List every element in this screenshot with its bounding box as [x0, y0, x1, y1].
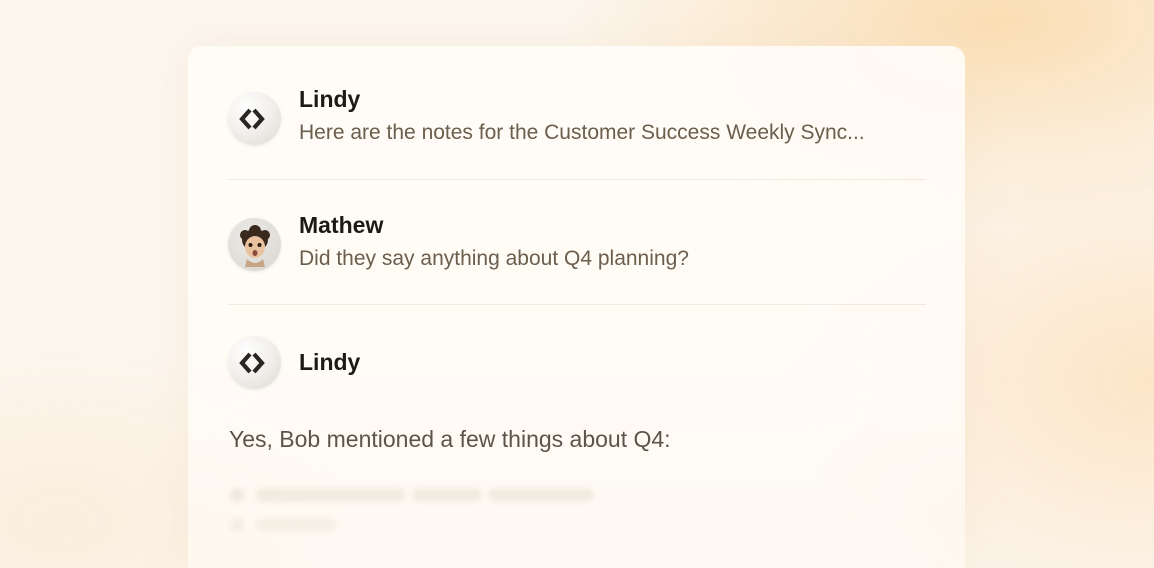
chat-message: Mathew Did they say anything about Q4 pl… [228, 212, 926, 278]
user-avatar [228, 218, 281, 271]
lindy-avatar [228, 92, 281, 145]
message-text: Did they say anything about Q4 planning? [299, 247, 689, 270]
reply-text: Yes, Bob mentioned a few things about Q4… [229, 426, 671, 452]
placeholder-bar [256, 518, 336, 532]
placeholder-bar [488, 488, 594, 502]
placeholder-bar [412, 488, 482, 502]
user-memoji-avatar [239, 224, 270, 267]
message-divider [228, 304, 926, 305]
lindy-avatar [228, 336, 281, 389]
lindy-logo-icon [238, 352, 265, 373]
message-text: Here are the notes for the Customer Succ… [299, 121, 865, 144]
chat-message: Lindy [228, 336, 926, 389]
message-divider [228, 179, 926, 180]
sender-name: Lindy [299, 86, 361, 112]
lindy-logo-icon [238, 108, 265, 129]
bullet [230, 488, 244, 502]
chat-message: Lindy Here are the notes for the Custome… [228, 86, 926, 152]
sender-name: Lindy [299, 349, 361, 375]
placeholder-bar [256, 488, 406, 502]
chat-card: Lindy Here are the notes for the Custome… [188, 46, 965, 568]
bullet [230, 518, 244, 532]
sender-name: Mathew [299, 212, 384, 238]
